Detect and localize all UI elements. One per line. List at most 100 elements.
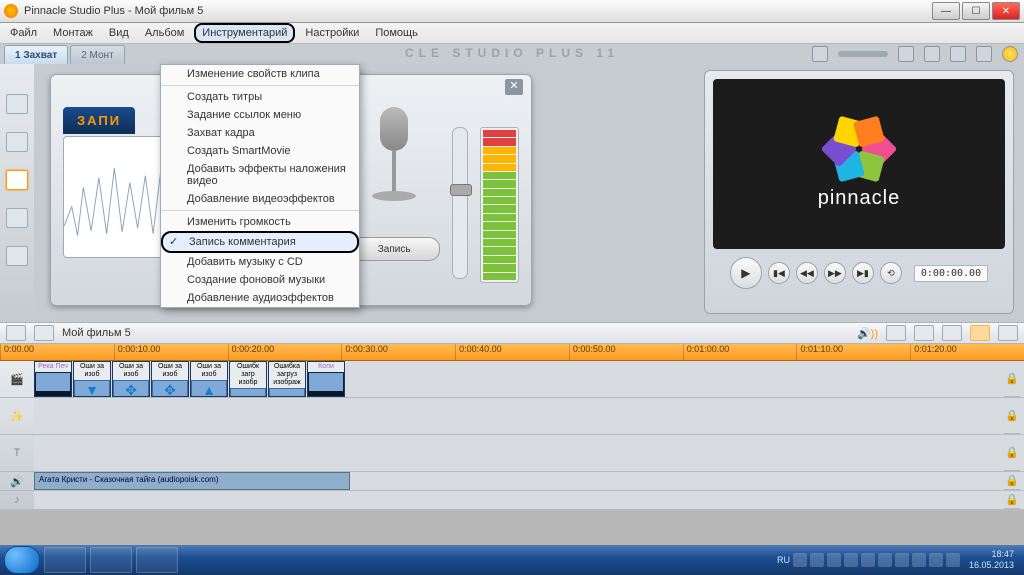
tray-lang[interactable]: RU	[777, 555, 790, 565]
trash-icon[interactable]	[914, 325, 934, 341]
lock-icon[interactable]: 🔒	[1004, 472, 1020, 490]
menu-item[interactable]: ✓Запись комментария	[161, 231, 359, 253]
tray-icon[interactable]	[861, 553, 875, 567]
menu-item[interactable]: Изменение свойств клипа	[161, 65, 359, 83]
menu-item[interactable]: Добавление аудиоэффектов	[161, 289, 359, 307]
music-track[interactable]: 🔒	[34, 491, 1024, 510]
goto-start-button[interactable]: ▮◀	[768, 262, 790, 284]
track-effects-icon[interactable]: ✨	[0, 398, 34, 435]
taskbar[interactable]: RU 18:4716.05.2013	[0, 545, 1024, 575]
lock-icon[interactable]: 🔒	[1004, 398, 1020, 434]
video-clip[interactable]: Оши за изоб✥	[112, 361, 150, 397]
voiceover-track-icon[interactable]: 🔊))	[857, 327, 878, 340]
tray-icon[interactable]	[827, 553, 841, 567]
menu-item[interactable]: Задание ссылок меню	[161, 106, 359, 124]
tool-note-icon[interactable]	[6, 208, 28, 228]
tray-icon[interactable]	[895, 553, 909, 567]
menu-item[interactable]: Добавить музыку с CD	[161, 253, 359, 271]
video-clip[interactable]: Ошибка загруз изображ	[268, 361, 306, 397]
undo-icon[interactable]	[898, 46, 914, 62]
help-icon[interactable]	[950, 46, 966, 62]
view-toggle-icon[interactable]	[812, 46, 828, 62]
tl-speaker-icon[interactable]	[34, 325, 54, 341]
record-button[interactable]: Запись	[348, 237, 440, 261]
tray-icon[interactable]	[810, 553, 824, 567]
video-clip[interactable]: Оши за изоб▼	[73, 361, 111, 397]
tool-voiceover-icon[interactable]	[6, 170, 28, 190]
tool-speaker-icon[interactable]	[6, 132, 28, 152]
tray-icon[interactable]	[844, 553, 858, 567]
time-ruler[interactable]: 0:00.000:00:10.000:00:20.000:00:30.000:0…	[0, 344, 1024, 361]
menu-item[interactable]: Захват кадра	[161, 124, 359, 142]
menu-item[interactable]: Изменить громкость	[161, 213, 359, 231]
video-track[interactable]: Река ПечОши за изоб▼Оши за изоб✥Оши за и…	[34, 361, 1024, 398]
storyboard-view-icon[interactable]	[942, 325, 962, 341]
title-track[interactable]: 🔒	[34, 435, 1024, 472]
menu-Вид[interactable]: Вид	[103, 25, 135, 41]
bulb-icon[interactable]	[976, 46, 992, 62]
audio-track[interactable]: Агата Кристи - Сказочная тайга (audiopoi…	[34, 472, 1024, 491]
menubar: ФайлМонтажВидАльбомИнструментарийНастрой…	[0, 23, 1024, 44]
menu-item[interactable]: Создать SmartMovie	[161, 142, 359, 160]
menu-Помощь[interactable]: Помощь	[369, 25, 424, 41]
maximize-button[interactable]: ☐	[962, 2, 990, 20]
play-button[interactable]: ▶	[730, 257, 762, 289]
loop-button[interactable]: ⟲	[880, 262, 902, 284]
track-audio-icon[interactable]: 🔊	[0, 472, 34, 491]
effects-track[interactable]: 🔒	[34, 398, 1024, 435]
timeline: 0:00.000:00:10.000:00:20.000:00:30.000:0…	[0, 344, 1024, 510]
menu-Настройки[interactable]: Настройки	[299, 25, 365, 41]
panel-close-icon[interactable]: ✕	[505, 79, 523, 95]
list-view-icon[interactable]	[998, 325, 1018, 341]
menu-item[interactable]: Добавление видеоэффектов	[161, 190, 359, 208]
track-video-icon[interactable]: 🎬	[0, 361, 34, 398]
tray-icon[interactable]	[946, 553, 960, 567]
timeline-view-icon[interactable]	[970, 325, 990, 341]
menu-item[interactable]: Создание фоновой музыки	[161, 271, 359, 289]
video-clip[interactable]: Оши за изоб✥	[151, 361, 189, 397]
left-toolbar	[0, 64, 34, 322]
lock-icon[interactable]: 🔒	[1004, 361, 1020, 397]
video-clip[interactable]: Река Печ	[34, 361, 72, 397]
volume-slider[interactable]	[452, 127, 468, 279]
tray-icon[interactable]	[929, 553, 943, 567]
tray-icon[interactable]	[912, 553, 926, 567]
taskbar-app-chrome[interactable]	[44, 547, 86, 573]
video-clip[interactable]: Оши за изоб▲	[190, 361, 228, 397]
taskbar-app-word[interactable]	[90, 547, 132, 573]
tab-capture[interactable]: 1 Захват	[4, 45, 68, 64]
timeline-toolbar: Мой фильм 5 🔊))	[0, 322, 1024, 344]
redo-icon[interactable]	[924, 46, 940, 62]
menu-item[interactable]: Добавить эффекты наложения видео	[161, 160, 359, 190]
track-title-icon[interactable]: T	[0, 435, 34, 472]
tray-icon[interactable]	[793, 553, 807, 567]
taskbar-app-pinnacle[interactable]	[136, 547, 178, 573]
close-button[interactable]: ✕	[992, 2, 1020, 20]
lock-icon[interactable]: 🔒	[1004, 435, 1020, 471]
tray-icon[interactable]	[878, 553, 892, 567]
tl-collapse-icon[interactable]	[6, 325, 26, 341]
goto-end-button[interactable]: ▶▮	[852, 262, 874, 284]
rewind-button[interactable]: ◀◀	[796, 262, 818, 284]
menu-Монтаж[interactable]: Монтаж	[47, 25, 99, 41]
minimize-button[interactable]: —	[932, 2, 960, 20]
video-clip[interactable]: Коли	[307, 361, 345, 397]
lock-icon[interactable]: 🔒	[1004, 491, 1020, 509]
video-clip[interactable]: Ошибк загр изобр	[229, 361, 267, 397]
razor-icon[interactable]	[886, 325, 906, 341]
tool-scissors-icon[interactable]	[6, 94, 28, 114]
tool-music-icon[interactable]	[6, 246, 28, 266]
menu-item[interactable]: Создать титры	[161, 88, 359, 106]
premium-icon[interactable]	[1002, 46, 1018, 62]
forward-button[interactable]: ▶▶	[824, 262, 846, 284]
audio-clip[interactable]: Агата Кристи - Сказочная тайга (audiopoi…	[34, 472, 350, 490]
track-music-icon[interactable]: ♪	[0, 491, 34, 510]
start-button[interactable]	[4, 546, 40, 574]
zoom-slider[interactable]	[838, 51, 888, 57]
taskbar-clock[interactable]: 18:4716.05.2013	[963, 549, 1020, 571]
menu-Альбом[interactable]: Альбом	[139, 25, 190, 41]
menu-Инструментарий[interactable]: Инструментарий	[194, 23, 295, 43]
brand-text: CLE STUDIO PLUS 11	[405, 46, 619, 60]
menu-Файл[interactable]: Файл	[4, 25, 43, 41]
tab-edit[interactable]: 2 Монт	[70, 45, 124, 64]
